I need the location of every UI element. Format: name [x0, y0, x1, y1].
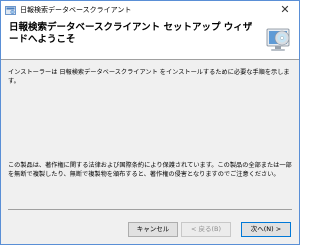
setup-wizard-window: 日報検索データベースクライアント ✕ 日報検索データベースクライアント セットア… — [0, 0, 300, 245]
close-icon: ✕ — [280, 3, 290, 16]
wizard-footer: キャンセル < 戻る(B) 次へ(N) > — [1, 213, 299, 244]
installer-app-icon — [5, 6, 16, 15]
wizard-header: 日報検索データベースクライアント セットアップ ウィザードへようこそ — [1, 20, 299, 59]
back-button[interactable]: < 戻る(B) — [181, 222, 231, 237]
setup-disc-computer-icon — [266, 28, 290, 51]
page-title: 日報検索データベースクライアント セットアップ ウィザードへようこそ — [9, 22, 253, 45]
copyright-notice: この製品は、著作権に関する法律および国際条約により保護されています。この製品の全… — [8, 162, 292, 178]
next-button[interactable]: 次へ(N) > — [241, 222, 291, 237]
window-title: 日報検索データベースクライアント — [20, 6, 132, 14]
close-button[interactable]: ✕ — [273, 1, 297, 19]
title-bar[interactable]: 日報検索データベースクライアント ✕ — [1, 1, 299, 20]
cancel-button[interactable]: キャンセル — [128, 222, 178, 237]
wizard-content: インストーラーは 日報検索データベースクライアント をインストールするために必要… — [1, 60, 299, 213]
footer-divider — [8, 209, 292, 210]
intro-text: インストーラーは 日報検索データベースクライアント をインストールするために必要… — [8, 69, 290, 85]
